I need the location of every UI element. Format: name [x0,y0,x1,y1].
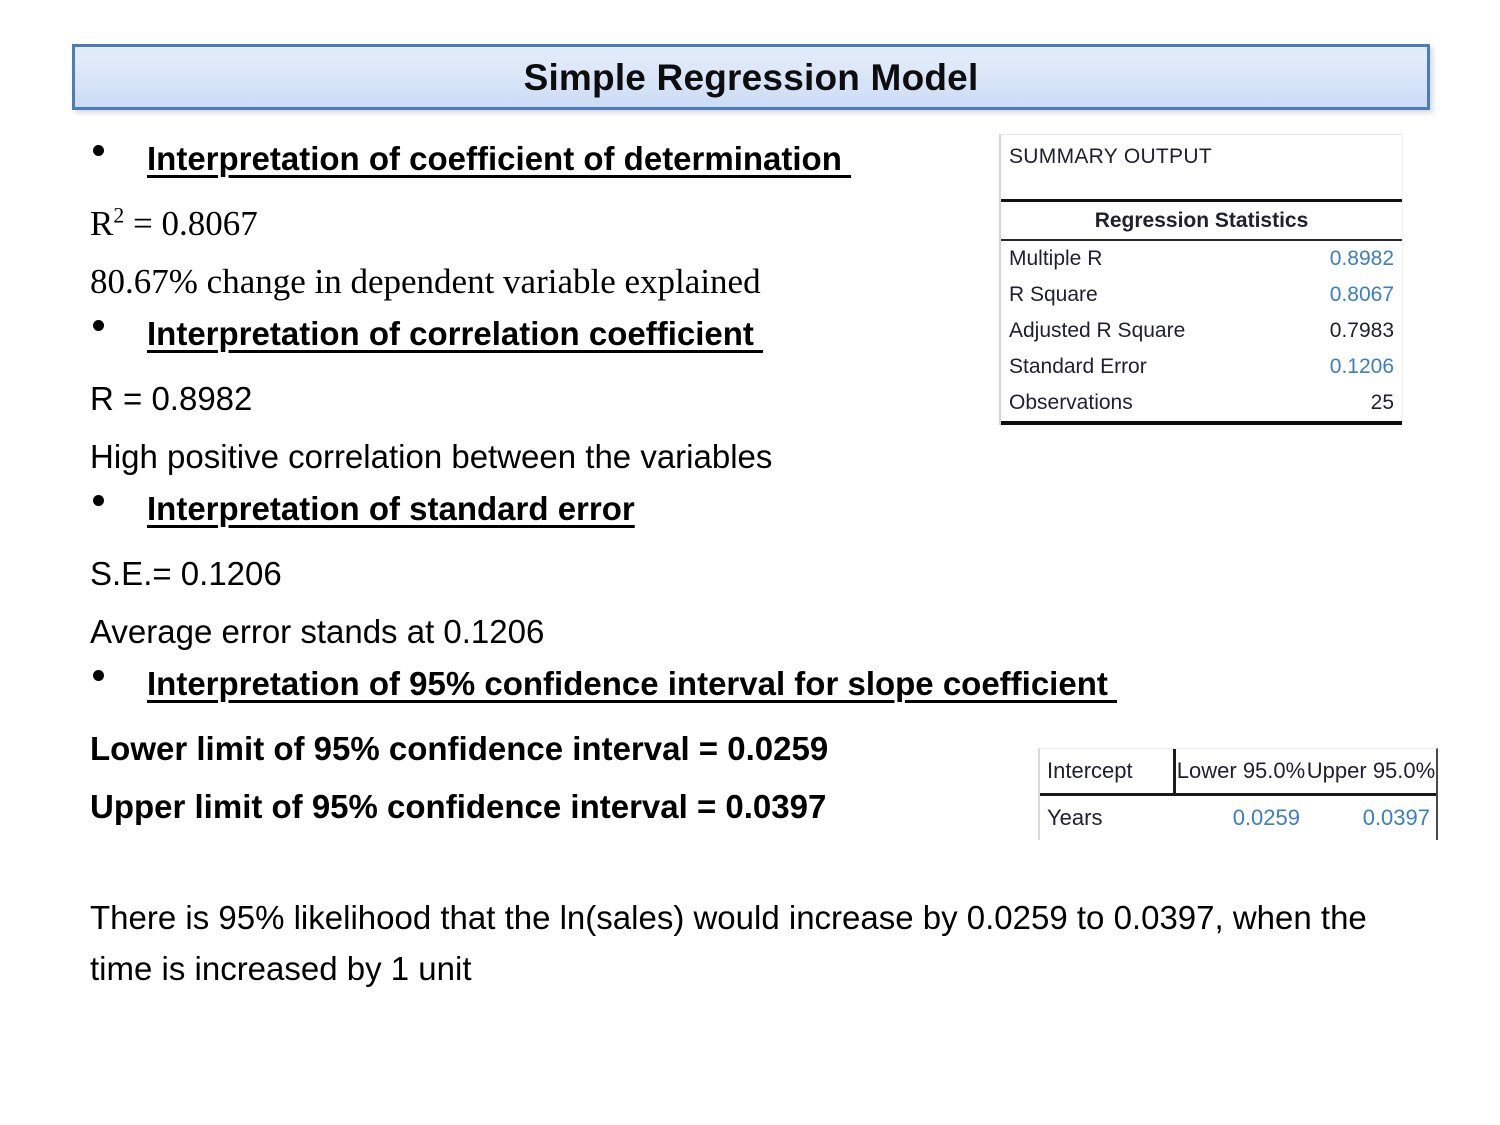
stat-value: 0.7983 [1329,319,1394,342]
ci-lower-value: 0.0259 [1232,805,1300,830]
stat-value: 0.8067 [1329,283,1394,306]
closing-paragraph: There is 95% likelihood that the ln(sale… [90,899,1367,988]
bullet-dot-icon [93,144,104,156]
stat-value: 25 [1370,391,1394,414]
bullet-item-confidence-interval: Interpretation of 95% confidence interva… [88,665,1117,703]
bullet-item-correlation-coefficient: Interpretation of correlation coefficien… [88,315,763,353]
stat-value: 0.8982 [1329,247,1394,270]
bullet-heading-1: Interpretation of coefficient of determi… [147,140,852,177]
ci-header-upper: Upper 95.0% [1306,758,1436,783]
bullet-dot-icon [93,319,104,331]
stat-label: Multiple R [1009,247,1103,270]
bullet-dot-icon [93,669,104,681]
table-row: Multiple R 0.8982 [1001,241,1402,277]
correlation-explanation: High positive correlation between the va… [90,438,773,475]
ci-upper-value: 0.0397 [1362,805,1430,830]
r-squared-suffix: = 0.8067 [124,204,258,243]
r-squared-explanation: 80.67% change in dependent variable expl… [90,262,761,301]
bullet-dot-icon [93,494,104,506]
page-title: Simple Regression Model [523,56,979,98]
bullet-item-standard-error: Interpretation of standard error [88,490,635,528]
table-row: Years 0.0259 0.0397 [1040,796,1436,840]
ci-header-intercept: Intercept [1040,749,1176,793]
bullet-item-coefficient-of-determination: Interpretation of coefficient of determi… [88,140,851,178]
stat-label: Observations [1009,391,1133,414]
table-row: Observations 25 [1001,385,1402,421]
table-row: Standard Error 0.1206 [1001,349,1402,385]
bullet-heading-4: Interpretation of 95% confidence interva… [147,665,1118,702]
stat-label: Adjusted R Square [1009,319,1186,342]
bullet-heading-2: Interpretation of correlation coefficien… [147,315,764,352]
summary-output-table: SUMMARY OUTPUT Regression Statistics Mul… [999,134,1403,425]
correlation-value: R = 0.8982 [90,380,253,417]
stat-value: 0.1206 [1329,355,1394,378]
lower-limit-line: Lower limit of 95% confidence interval =… [90,730,829,767]
confidence-interval-table: Intercept Lower 95.0% Upper 95.0% Years … [1038,748,1438,840]
r-squared-value: R2 = 0.8067 [90,204,258,244]
table-row: R Square 0.8067 [1001,277,1402,313]
summary-output-title: SUMMARY OUTPUT [1009,145,1212,168]
ci-header-lower: Lower 95.0% [1176,758,1306,783]
table-row: Adjusted R Square 0.7983 [1001,313,1402,349]
standard-error-explanation: Average error stands at 0.1206 [90,613,545,650]
summary-output-bottom-rule [1001,421,1402,425]
summary-output-spacer [1001,177,1402,199]
r-squared-prefix: R [90,204,114,243]
bullet-heading-3: Interpretation of standard error [147,490,635,527]
stat-label: Standard Error [1009,355,1147,378]
slide-title-bar: Simple Regression Model [72,44,1430,110]
table-header-row: Intercept Lower 95.0% Upper 95.0% [1040,749,1436,796]
standard-error-value: S.E.= 0.1206 [90,555,282,592]
ci-row-label: Years [1047,805,1103,830]
stat-label: R Square [1009,283,1098,306]
regression-statistics-header: Regression Statistics [1001,199,1402,241]
upper-limit-line: Upper limit of 95% confidence interval =… [90,788,827,825]
r-squared-superscript: 2 [113,203,125,228]
